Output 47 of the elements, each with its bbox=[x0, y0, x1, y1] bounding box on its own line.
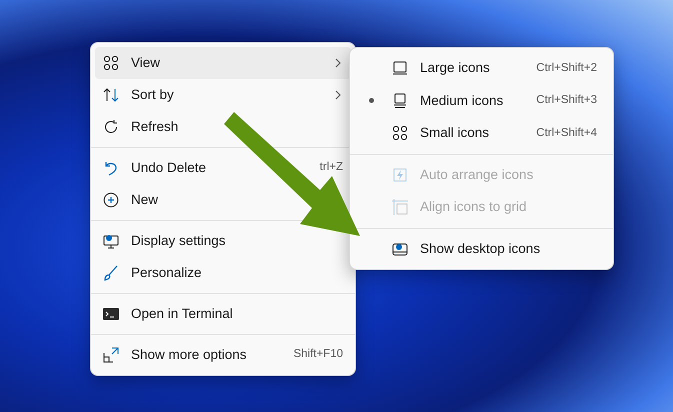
display-icon bbox=[103, 233, 119, 249]
menu-item-label: Personalize bbox=[131, 264, 203, 282]
grid-icon bbox=[103, 55, 119, 71]
menu-item-label: Sort by bbox=[131, 86, 175, 104]
menu-item-label: Auto arrange icons bbox=[420, 166, 534, 184]
menu-item-label: Align icons to grid bbox=[420, 198, 528, 216]
menu-item[interactable]: Large icons Ctrl+Shift+2 bbox=[354, 52, 609, 84]
menu-item-label: View bbox=[131, 54, 162, 72]
menu-item[interactable]: Medium icons Ctrl+Shift+3 bbox=[354, 84, 609, 117]
monitor-icon bbox=[392, 92, 408, 109]
menu-item[interactable]: Display settings bbox=[95, 225, 351, 257]
menu-item[interactable]: Show desktop icons bbox=[354, 232, 609, 265]
menu-item[interactable]: View bbox=[95, 47, 351, 79]
menu-item[interactable]: Sort by bbox=[95, 79, 351, 111]
menu-item-label: Large icons bbox=[420, 59, 491, 78]
menu-item-label: Open in Terminal bbox=[131, 304, 234, 323]
shortcut-text: Ctrl+Shift+3 bbox=[536, 93, 597, 108]
shortcut-text: Shift+F10 bbox=[293, 347, 343, 362]
menu-item-label: Refresh bbox=[131, 118, 180, 136]
menu-item-label: Show desktop icons bbox=[420, 240, 542, 258]
menu-item[interactable]: Open in Terminal bbox=[95, 298, 351, 330]
menu-item-label: Undo Delete bbox=[131, 158, 208, 177]
refresh-icon bbox=[103, 119, 119, 135]
menu-item[interactable]: Small icons Ctrl+Shift+4 bbox=[354, 117, 609, 150]
menu-item-label: New bbox=[131, 190, 160, 209]
monitor-icon bbox=[392, 60, 408, 76]
undo-icon bbox=[103, 160, 119, 176]
shortcut-text: Ctrl+Shift+2 bbox=[536, 60, 597, 76]
expand-icon bbox=[103, 347, 119, 363]
menu-item[interactable]: Refresh bbox=[95, 111, 351, 143]
menu-item-label: Display settings bbox=[131, 232, 227, 250]
grid-icon bbox=[392, 125, 408, 142]
menu-item-label: Medium icons bbox=[420, 92, 504, 110]
menu-item[interactable]: Show more options Shift+F10 bbox=[95, 339, 351, 371]
shortcut-text: Ctrl+Shift+4 bbox=[536, 126, 597, 141]
brush-icon bbox=[103, 265, 119, 281]
menu-item[interactable]: Undo Delete trl+Z bbox=[95, 152, 351, 184]
align-grid-icon bbox=[392, 199, 408, 216]
menu-item[interactable]: Personalize bbox=[95, 257, 351, 289]
desktop-icon bbox=[392, 240, 408, 257]
sort-icon bbox=[103, 87, 119, 103]
menu-item-label: Show more options bbox=[131, 346, 248, 364]
menu-item-label: Small icons bbox=[420, 124, 490, 142]
arrange-icon bbox=[392, 166, 408, 183]
shortcut-text: trl+Z bbox=[320, 160, 343, 176]
plus-icon bbox=[103, 192, 119, 208]
terminal-icon bbox=[103, 306, 119, 322]
